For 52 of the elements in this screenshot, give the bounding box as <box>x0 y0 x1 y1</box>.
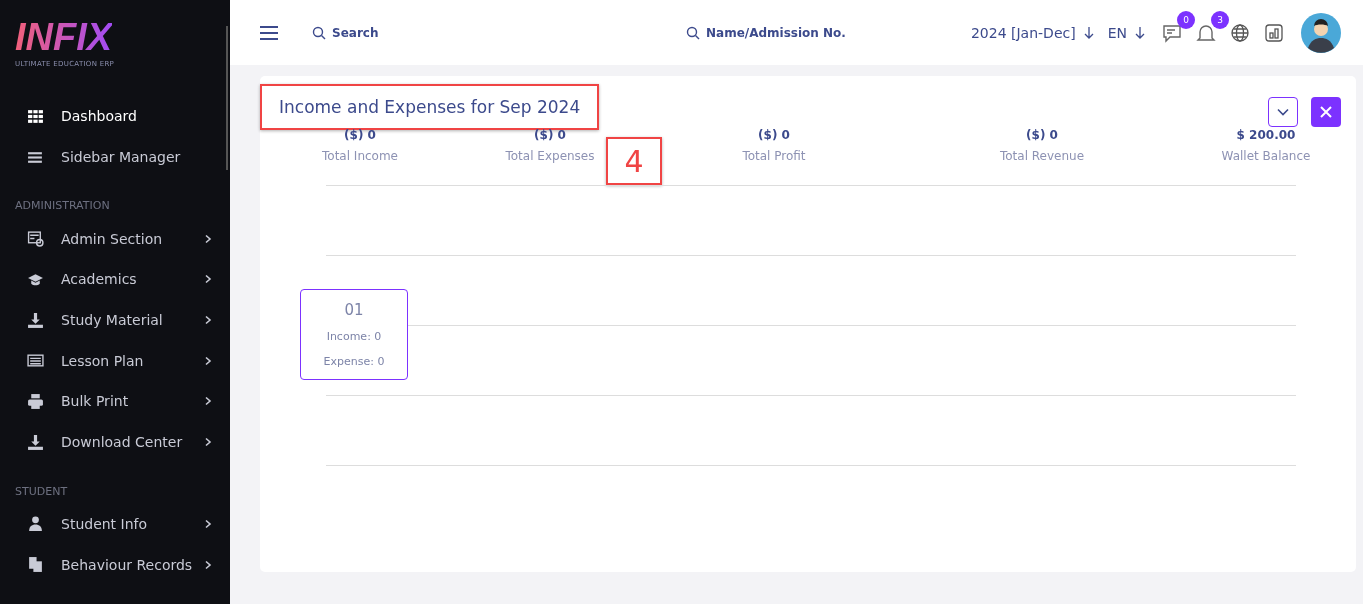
download-icon <box>27 311 44 329</box>
grid-icon <box>27 107 44 125</box>
sidebar-item[interactable]: Sidebar Manager <box>0 136 230 178</box>
menu-icon[interactable] <box>260 25 278 40</box>
section-heading: STUDENT <box>14 483 69 500</box>
tooltip-line: Expense: 0 <box>322 354 386 370</box>
stat-label: Total Income <box>322 149 398 163</box>
stat-value: ($) 0 <box>534 128 566 142</box>
tooltip-line: Income: 0 <box>325 329 383 345</box>
sidebar-item[interactable]: Behaviour Records <box>0 544 230 585</box>
tooltip-title: 01 <box>343 301 365 319</box>
stat-label: Total Profit <box>742 149 806 163</box>
language-dropdown[interactable]: EN <box>1107 24 1127 41</box>
form-icon <box>27 230 44 248</box>
arrow-down-icon <box>1083 26 1094 39</box>
documents-icon <box>27 556 44 574</box>
arrow-down-icon <box>1135 26 1145 39</box>
printer-icon <box>27 392 44 410</box>
stat-value: ($) 0 <box>1026 128 1058 142</box>
stat-label: Total Expenses <box>505 149 595 163</box>
person-icon <box>27 515 44 533</box>
sidebar-item[interactable]: Lesson Plan <box>0 340 230 382</box>
search-icon <box>312 25 326 40</box>
chevron-down-icon <box>1277 108 1289 116</box>
annotation-number: 4 <box>606 137 662 185</box>
avatar-silhouette[interactable] <box>1301 12 1341 53</box>
session-dropdown[interactable]: 2024 [Jan-Dec] <box>970 24 1076 41</box>
sidebar-item[interactable]: Dashboard <box>0 96 230 137</box>
list-icon <box>27 352 44 370</box>
sidebar-item[interactable]: Admin Section <box>0 218 230 260</box>
sidebar-item[interactable]: Download Center <box>0 421 230 463</box>
globe-icon[interactable] <box>1229 21 1251 44</box>
chart-icon[interactable] <box>1263 21 1285 44</box>
sidebar-item[interactable]: Bulk Print <box>0 381 230 422</box>
collapse-button[interactable] <box>1268 97 1298 127</box>
sidebar-item[interactable]: Study Material <box>0 299 230 341</box>
stat-value: ($) 0 <box>758 128 790 142</box>
download-icon <box>27 433 44 451</box>
card-title: Income and Expenses for Sep 2024 <box>260 84 600 130</box>
stat-label: Wallet Balance <box>1221 149 1311 163</box>
notification-count-badge: 3 <box>1211 10 1229 29</box>
scrollbar-thumb[interactable] <box>226 26 228 170</box>
sidebar-item[interactable]: Academics <box>0 259 230 300</box>
sidebar-item[interactable]: Student Info <box>0 503 230 545</box>
message-count-badge: 0 <box>1177 10 1195 29</box>
stat-value: $ 200.00 <box>1236 128 1296 142</box>
stat-label: Total Revenue <box>999 149 1085 163</box>
close-icon <box>1320 106 1332 118</box>
search-icon <box>686 25 700 40</box>
close-button[interactable] <box>1311 97 1341 127</box>
section-heading: ADMINISTRATION <box>14 198 111 215</box>
stat-value: ($) 0 <box>344 128 376 142</box>
